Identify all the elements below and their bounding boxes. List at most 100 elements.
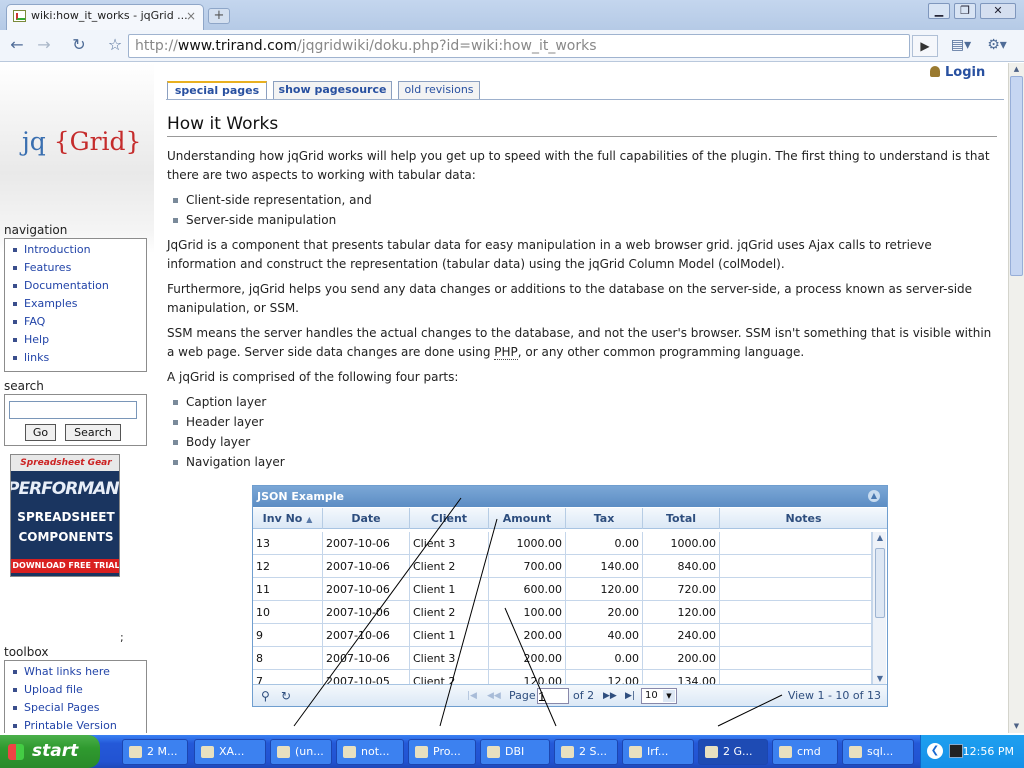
first-page-icon[interactable]: |◀	[467, 685, 477, 707]
grid-cell[interactable]: 40.00	[566, 624, 643, 647]
close-tab-icon[interactable]: ×	[186, 5, 196, 27]
grid-cell[interactable]: 0.00	[566, 647, 643, 670]
grid-cell[interactable]: 13	[253, 532, 323, 555]
next-page-icon[interactable]: ▶▶	[603, 685, 617, 707]
maximize-button[interactable]: ❐	[954, 3, 976, 19]
grid-cell[interactable]: 2007-10-05	[323, 670, 410, 684]
col-amount[interactable]: Amount	[489, 508, 566, 529]
toolbox-printable-version[interactable]: Printable Version	[12, 717, 146, 733]
page-scroll-thumb[interactable]	[1010, 76, 1023, 276]
new-tab-button[interactable]: +	[208, 8, 230, 24]
grid-cell[interactable]: 0.00	[566, 532, 643, 555]
grid-cell[interactable]: 12	[253, 555, 323, 578]
col-inv-no[interactable]: Inv No ▲	[253, 508, 323, 529]
toolbox-upload-file[interactable]: Upload file	[12, 681, 146, 699]
nav-introduction[interactable]: Introduction	[12, 241, 146, 259]
grid-cell[interactable]	[720, 578, 872, 601]
grid-cell[interactable]: 9	[253, 624, 323, 647]
grid-cell[interactable]: 2007-10-06	[323, 532, 410, 555]
start-button[interactable]: start	[0, 735, 100, 768]
task-item[interactable]: Irf...	[622, 739, 694, 765]
grid-cell[interactable]: 7	[253, 670, 323, 684]
col-tax[interactable]: Tax	[566, 508, 643, 529]
grid-scrollbar[interactable]: ▲ ▼	[872, 532, 886, 684]
scroll-up-icon[interactable]: ▲	[1010, 63, 1023, 76]
nav-documentation[interactable]: Documentation	[12, 277, 146, 295]
task-item[interactable]: sql...	[842, 739, 914, 765]
page-menu-icon[interactable]: ▤▾	[950, 34, 972, 56]
task-item[interactable]: Pro...	[408, 739, 476, 765]
grid-cell[interactable]: 134.00	[643, 670, 720, 684]
nav-features[interactable]: Features	[12, 259, 146, 277]
login-link[interactable]: Login	[930, 65, 985, 80]
col-total[interactable]: Total	[643, 508, 720, 529]
bookmark-star-icon[interactable]: ☆	[104, 34, 126, 56]
toolbox-what-links-here[interactable]: What links here	[12, 663, 146, 681]
grid-cell[interactable]	[720, 670, 872, 684]
tab-show-pagesource[interactable]: show pagesource	[273, 81, 392, 99]
nav-help[interactable]: Help	[12, 331, 146, 349]
grid-cell[interactable]: 1000.00	[643, 532, 720, 555]
prev-page-icon[interactable]: ◀◀	[487, 685, 501, 707]
grid-cell[interactable]: 140.00	[566, 555, 643, 578]
php-abbr[interactable]: PHP	[494, 345, 518, 360]
grid-cell[interactable]: 200.00	[489, 624, 566, 647]
jqgrid-logo[interactable]: jq {Grid}	[22, 127, 141, 156]
grid-cell[interactable]: Client 3	[410, 532, 489, 555]
grid-cell[interactable]: Client 1	[410, 624, 489, 647]
clock[interactable]: 12:56 PM	[963, 745, 1014, 758]
grid-scroll-thumb[interactable]	[875, 548, 885, 618]
wrench-menu-icon[interactable]: ⚙▾	[986, 34, 1008, 56]
refresh-icon[interactable]: ↻	[281, 685, 291, 707]
grid-cell[interactable]: 2007-10-06	[323, 624, 410, 647]
grid-cell[interactable]: 2007-10-06	[323, 601, 410, 624]
grid-cell[interactable]: 840.00	[643, 555, 720, 578]
minimize-button[interactable]: ▁	[928, 3, 950, 19]
grid-cell[interactable]: 2007-10-06	[323, 578, 410, 601]
task-item[interactable]: XA...	[194, 739, 266, 765]
go-arrow-icon[interactable]: ▶	[912, 35, 938, 57]
grid-cell[interactable]: Client 2	[410, 670, 489, 684]
scroll-down-icon[interactable]: ▼	[1010, 720, 1023, 733]
grid-cell[interactable]: 20.00	[566, 601, 643, 624]
col-date[interactable]: Date	[323, 508, 410, 529]
tray-expand-icon[interactable]: ❮	[927, 743, 943, 759]
grid-cell[interactable]	[720, 624, 872, 647]
grid-cell[interactable]	[720, 647, 872, 670]
grid-cell[interactable]: 8	[253, 647, 323, 670]
grid-cell[interactable]: 200.00	[643, 647, 720, 670]
grid-cell[interactable]: 720.00	[643, 578, 720, 601]
search-input[interactable]	[9, 401, 137, 419]
search-button[interactable]: Search	[65, 424, 121, 441]
nav-examples[interactable]: Examples	[12, 295, 146, 313]
grid-cell[interactable]: 100.00	[489, 601, 566, 624]
search-icon[interactable]: ⚲	[261, 685, 270, 707]
task-item[interactable]: 2 S...	[554, 739, 618, 765]
grid-cell[interactable]: 120.00	[643, 601, 720, 624]
task-item[interactable]: 2 M...	[122, 739, 188, 765]
grid-cell[interactable]: Client 2	[410, 555, 489, 578]
grid-cell[interactable]	[720, 555, 872, 578]
grid-cell[interactable]: 200.00	[489, 647, 566, 670]
go-button[interactable]: Go	[25, 424, 56, 441]
forward-arrow-icon[interactable]: →	[33, 34, 55, 56]
col-notes[interactable]: Notes	[720, 508, 887, 529]
task-item[interactable]: cmd	[772, 739, 838, 765]
back-arrow-icon[interactable]: ←	[6, 34, 28, 56]
ad-download-button[interactable]: DOWNLOAD FREE TRIAL	[11, 559, 119, 573]
spreadsheetgear-ad[interactable]: Spreadsheet Gear PERFORMANCE SPREADSHEET…	[10, 454, 120, 577]
grid-cell[interactable]: 12.00	[566, 670, 643, 684]
col-client[interactable]: Client	[410, 508, 489, 529]
grid-cell[interactable]: 2007-10-06	[323, 555, 410, 578]
grid-cell[interactable]: 600.00	[489, 578, 566, 601]
grid-cell[interactable]: 11	[253, 578, 323, 601]
task-item[interactable]: DBI	[480, 739, 550, 765]
page-input[interactable]	[537, 688, 569, 704]
grid-cell[interactable]: Client 2	[410, 601, 489, 624]
address-bar[interactable]: http://www.trirand.com/jqgridwiki/doku.p…	[128, 34, 910, 58]
grid-cell[interactable]	[720, 532, 872, 555]
grid-cell[interactable]	[720, 601, 872, 624]
grid-cell[interactable]: 700.00	[489, 555, 566, 578]
grid-cell[interactable]: 120.00	[489, 670, 566, 684]
page-scrollbar[interactable]: ▲ ▼	[1008, 63, 1024, 733]
